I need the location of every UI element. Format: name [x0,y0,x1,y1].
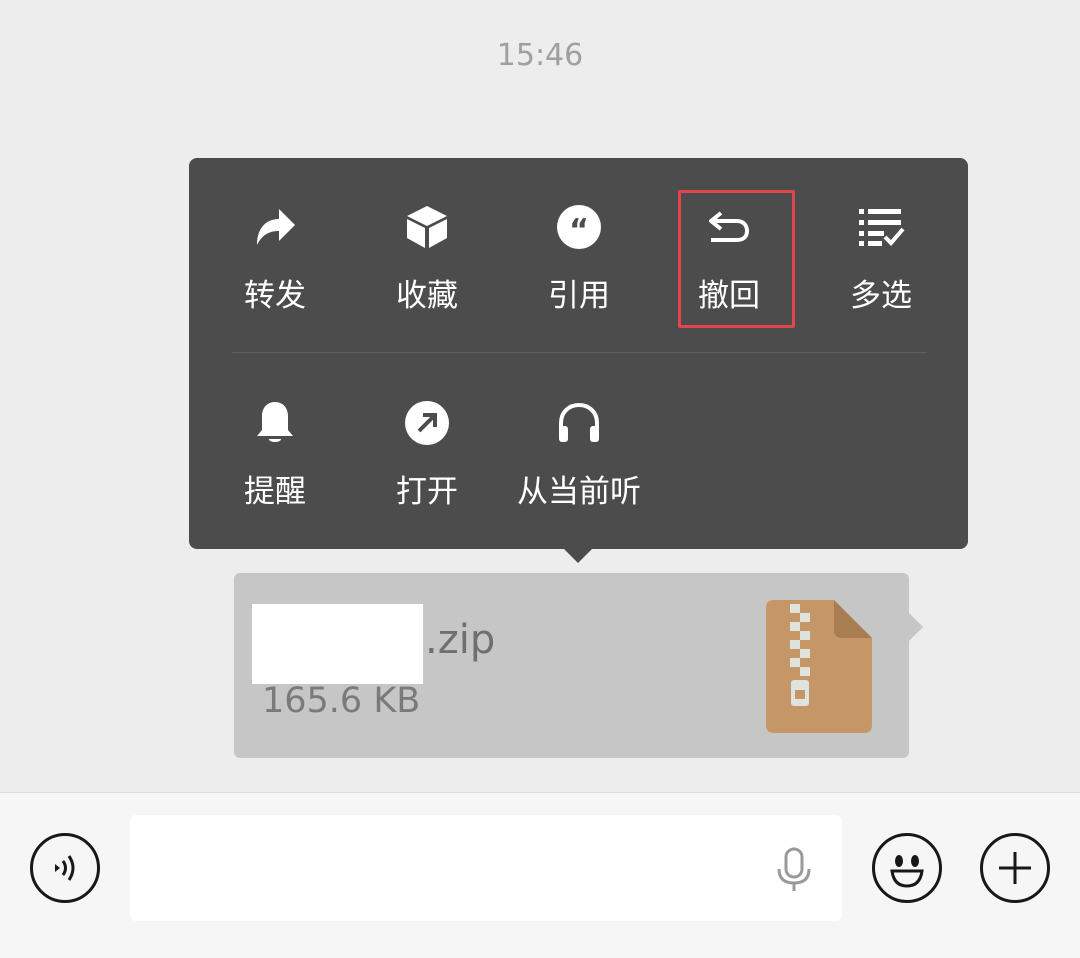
file-extension: .zip [425,617,496,663]
microphone-icon[interactable] [774,847,814,893]
message-input[interactable] [130,815,842,921]
menu-item-label: 收藏 [396,278,458,314]
headphones-icon [554,398,604,448]
menu-divider [232,352,927,353]
more-options-button[interactable] [980,833,1050,903]
voice-mode-icon [55,855,75,881]
favorite-cube-icon [402,202,452,252]
bubble-pointer [909,613,923,641]
voice-mode-button[interactable] [30,833,100,903]
menu-pointer [563,548,593,563]
menu-item-remind[interactable]: 提醒 [199,376,351,516]
emoji-button[interactable] [872,833,942,903]
redacted-filename [252,604,423,684]
menu-item-label: 提醒 [244,474,306,510]
bell-icon [250,398,300,448]
menu-item-open[interactable]: 打开 [351,376,503,516]
menu-item-forward[interactable]: 转发 [199,180,351,320]
emoji-icon [890,855,924,888]
multi-select-icon [856,202,906,252]
menu-item-quote[interactable]: “ 引用 [503,180,655,320]
open-arrow-icon [402,398,452,448]
message-timestamp: 15:46 [496,38,584,73]
file-message-bubble[interactable]: .zip 165.6 KB [234,573,909,758]
quote-icon: “ [554,202,604,252]
menu-item-label: 多选 [850,278,912,314]
forward-icon [250,202,300,252]
file-size: 165.6 KB [262,681,421,721]
menu-item-label: 引用 [548,278,610,314]
menu-item-label: 从当前听 [517,474,641,510]
zip-file-icon [766,600,872,733]
menu-item-multi-select[interactable]: 多选 [805,180,957,320]
plus-circle-icon [999,852,1031,884]
menu-item-label: 打开 [396,474,458,510]
menu-item-listen[interactable]: 从当前听 [503,376,655,516]
recall-highlight-box [678,190,795,328]
menu-item-favorite[interactable]: 收藏 [351,180,503,320]
message-context-menu: 转发 收藏 “ 引用 撤回 多选 提醒 打开 从当前听 [189,158,968,549]
svg-text:“: “ [569,213,589,248]
chat-input-bar [0,792,1080,958]
menu-item-label: 转发 [244,278,306,314]
